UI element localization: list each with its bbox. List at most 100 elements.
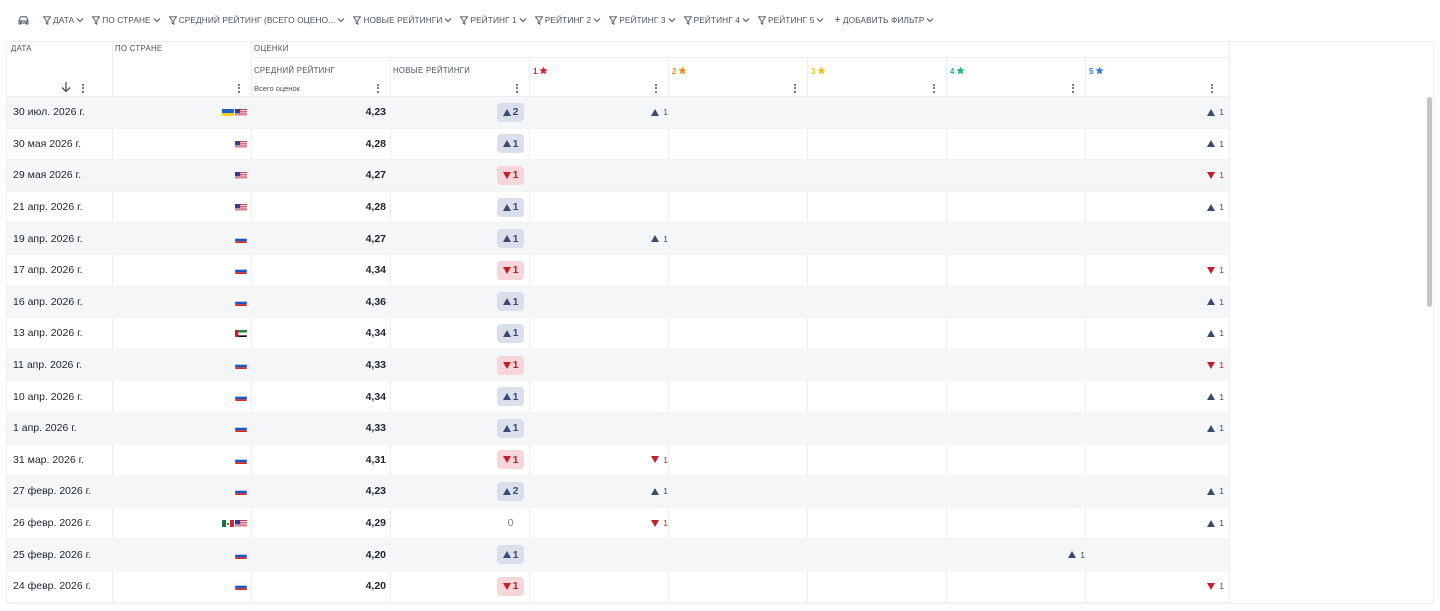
row-avg-rating: 4,33 [365, 359, 386, 372]
star-1-delta: 1 [651, 476, 668, 507]
star-label: 3 [811, 67, 816, 76]
filter-label: СРЕДНИЙ РЕЙТИНГ (ВСЕГО ОЦЕНО... [178, 15, 336, 25]
table-row[interactable]: 16 апр. 2026 г. 4,36 1 1 [7, 286, 1231, 319]
triangle-up-icon [1207, 424, 1216, 432]
star-5-delta: 1 [1207, 381, 1224, 412]
row-country-flags [113, 160, 247, 191]
header-date: ДАТА [11, 44, 32, 53]
triangle-up-icon [1207, 108, 1216, 116]
star-icon [539, 66, 549, 77]
star-icon [678, 66, 688, 77]
delta-value: 1 [1219, 170, 1224, 181]
delta-value: 1 [1219, 328, 1224, 339]
row-date: 16 апр. 2026 г. [13, 295, 83, 308]
row-country-flags [113, 539, 247, 570]
star-1-delta: 1 [651, 445, 668, 476]
row-avg-rating: 4,28 [365, 201, 386, 214]
row-country-flags [113, 413, 247, 444]
row-date: 26 февр. 2026 г. [13, 517, 92, 530]
new-column-menu-icon[interactable] [512, 83, 522, 93]
delta-value: 1 [1219, 581, 1224, 592]
table-row[interactable]: 27 февр. 2026 г. 4,23 2 1 1 [7, 476, 1231, 508]
triangle-down-icon [1207, 582, 1216, 590]
row-new-ratings: 1 [391, 160, 524, 191]
star2-column-menu-icon[interactable] [790, 83, 800, 93]
new-ratings-badge: 1 [497, 387, 524, 407]
table-row[interactable]: 19 апр. 2026 г. 4,27 1 1 [7, 223, 1231, 255]
table-row[interactable]: 25 февр. 2026 г. 4,20 1 1 [7, 539, 1231, 571]
row-new-ratings: 1 [391, 539, 524, 570]
filter-button[interactable]: СРЕДНИЙ РЕЙТИНГ (ВСЕГО ОЦЕНО... [166, 10, 349, 30]
table-row[interactable]: 24 февр. 2026 г. 4,20 1 1 [7, 571, 1231, 603]
filter-button[interactable]: РЕЙТИНГ 5 [755, 10, 827, 30]
filter-button[interactable]: РЕЙТИНГ 3 [606, 10, 678, 30]
star1-column-menu-icon[interactable] [651, 83, 661, 93]
row-new-ratings: 1 [391, 413, 524, 444]
flag-ru-icon [235, 393, 247, 401]
star-label: 4 [950, 67, 955, 76]
row-new-ratings: 1 [391, 287, 524, 318]
triangle-down-icon [651, 456, 660, 464]
star3-column-menu-icon[interactable] [929, 83, 939, 93]
filter-button[interactable]: РЕЙТИНГ 2 [532, 10, 604, 30]
header-star-2: 2 [672, 66, 688, 77]
table-row[interactable]: 11 апр. 2026 г. 4,33 1 1 [7, 349, 1231, 382]
delta-value: 1 [1219, 202, 1224, 213]
new-ratings-badge: 1 [497, 418, 524, 438]
table-row[interactable]: 21 апр. 2026 г. 4,28 1 1 [7, 192, 1231, 224]
header-avg-rating: СРЕДНИЙ РЕЙТИНГ [254, 66, 336, 75]
filter-button[interactable]: ПО СТРАНЕ [89, 10, 163, 30]
table-row[interactable]: 30 мая 2026 г. 4,28 1 1 [7, 129, 1231, 161]
header-star-3: 3 [811, 66, 827, 77]
car-icon[interactable] [12, 10, 34, 30]
table-row[interactable]: 29 мая 2026 г. 4,27 1 1 [7, 160, 1231, 192]
triangle-up-icon [502, 203, 511, 211]
filter-button[interactable]: ДАТА [40, 10, 87, 30]
filter-icon [534, 15, 543, 25]
add-filter-button[interactable]: + ДОБАВИТЬ ФИЛЬТР [831, 10, 937, 30]
table-row[interactable]: 31 мар. 2026 г. 4,31 1 1 [7, 445, 1231, 477]
new-ratings-value: 1 [512, 580, 519, 593]
row-avg-rating: 4,31 [365, 453, 386, 466]
delta-value: 1 [663, 107, 668, 118]
avg-column-menu-icon[interactable] [373, 83, 383, 93]
row-avg-rating: 4,34 [365, 390, 386, 403]
filter-button[interactable]: РЕЙТИНГ 4 [681, 10, 753, 30]
row-new-ratings: 2 [391, 97, 524, 128]
table-row[interactable]: 1 апр. 2026 г. 4,33 1 1 [7, 412, 1231, 445]
table-row[interactable]: 13 апр. 2026 г. 4,34 1 1 [7, 318, 1231, 350]
triangle-down-icon [1207, 171, 1216, 179]
table-row[interactable]: 26 февр. 2026 г. 4,29 0 1 1 [7, 508, 1231, 540]
star-1-delta: 1 [651, 97, 668, 128]
date-column-menu-icon[interactable] [78, 83, 88, 93]
delta-value: 1 [663, 454, 668, 465]
star5-column-menu-icon[interactable] [1207, 83, 1217, 93]
country-column-menu-icon[interactable] [234, 83, 244, 93]
triangle-up-icon [502, 108, 511, 116]
new-ratings-badge: 1 [497, 165, 524, 185]
table-row[interactable]: 30 июл. 2026 г. 4,23 2 1 1 [7, 97, 1231, 129]
new-ratings-badge: 1 [497, 134, 524, 154]
filter-button[interactable]: НОВЫЕ РЕЙТИНГИ [350, 10, 455, 30]
triangle-up-icon [1207, 203, 1216, 211]
filter-icon [757, 15, 766, 25]
filter-button[interactable]: РЕЙТИНГ 1 [457, 10, 529, 30]
filter-icon [168, 15, 177, 25]
chevron-down-icon [668, 17, 676, 23]
triangle-up-icon [1207, 140, 1216, 148]
row-country-flags [113, 223, 247, 254]
table-row[interactable]: 10 апр. 2026 г. 4,34 1 1 [7, 381, 1231, 413]
triangle-down-icon [1207, 361, 1216, 369]
triangle-up-icon [502, 393, 511, 401]
table-row[interactable]: 17 апр. 2026 г. 4,34 1 1 [7, 255, 1231, 287]
star4-column-menu-icon[interactable] [1068, 83, 1078, 93]
delta-value: 1 [1219, 107, 1224, 118]
row-date: 1 апр. 2026 г. [13, 422, 77, 435]
vertical-scrollbar[interactable] [1427, 97, 1432, 307]
delta-value: 1 [1219, 518, 1224, 529]
row-avg-rating: 4,27 [365, 232, 386, 245]
flag-us-icon [235, 203, 247, 212]
new-ratings-value: 1 [512, 137, 519, 150]
triangle-up-icon [1207, 393, 1216, 401]
sort-arrow-icon[interactable] [60, 81, 72, 96]
